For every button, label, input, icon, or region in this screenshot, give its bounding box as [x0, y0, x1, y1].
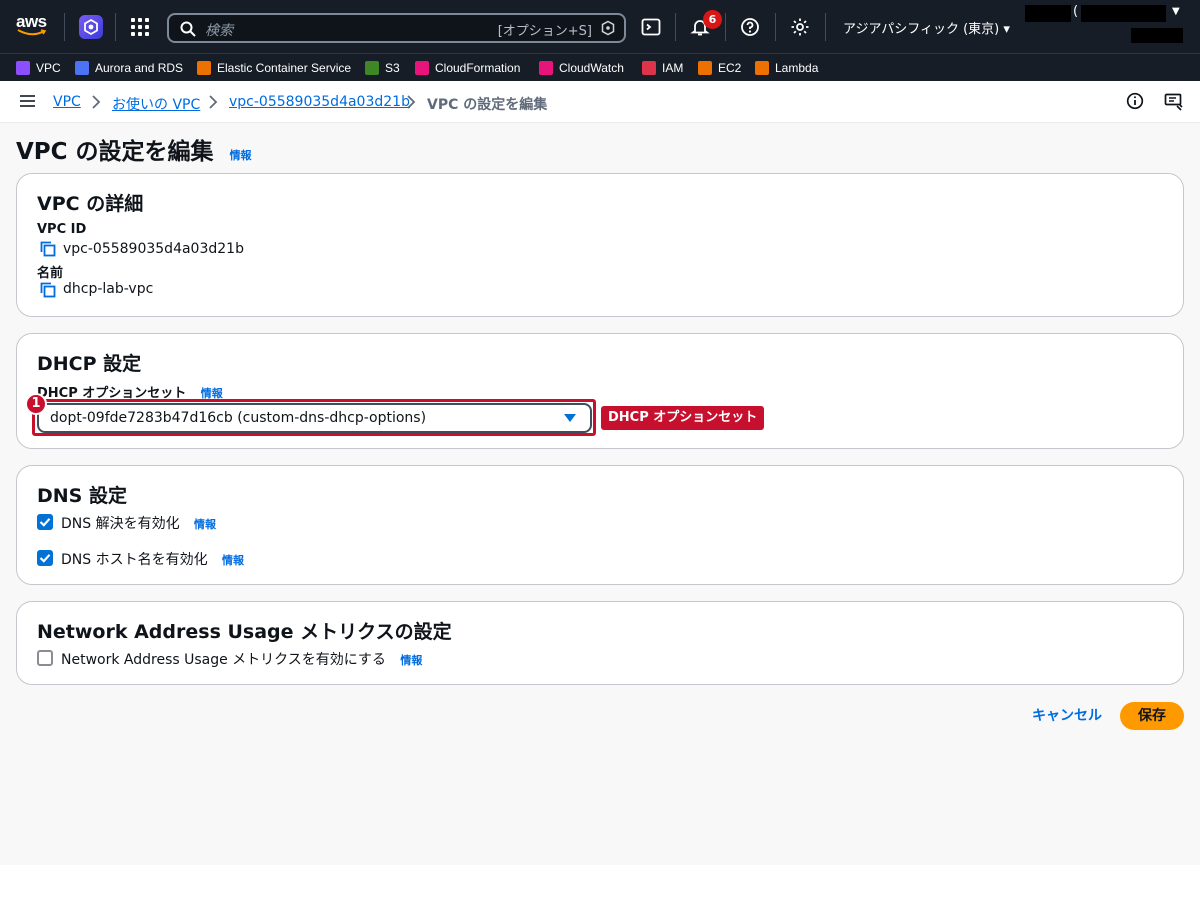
- breadcrumb-vpc[interactable]: VPC: [53, 94, 81, 110]
- favorite-cloudwatch[interactable]: CloudWatch: [539, 59, 624, 77]
- feedback-icon[interactable]: [1164, 93, 1184, 111]
- dns-hostnames-info-link[interactable]: 情報: [222, 554, 244, 567]
- vpc-id-label: VPC ID: [37, 222, 87, 237]
- help-icon[interactable]: [740, 17, 760, 37]
- annotation-callout-label: DHCP オプションセット: [601, 406, 765, 430]
- vpc-id-value: vpc-05589035d4a03d21b: [63, 241, 244, 257]
- dns-hostnames-label: DNS ホスト名を有効化 情報: [61, 552, 245, 568]
- aws-logo[interactable]: aws: [16, 13, 50, 39]
- menu-hamburger-icon[interactable]: [20, 95, 35, 108]
- checkmark-icon: [39, 518, 51, 527]
- region-selector[interactable]: アジアパシフィック (東京) ▾: [843, 18, 1010, 37]
- amazon-q-small-icon: [601, 20, 615, 36]
- services-grid-icon[interactable]: [131, 18, 149, 36]
- checkmark-icon: [39, 554, 51, 563]
- aws-logo-text: aws: [16, 12, 47, 31]
- dns-hostnames-checkbox[interactable]: [37, 550, 53, 566]
- divider: [825, 13, 826, 41]
- rds-service-icon: [75, 61, 89, 75]
- amazon-q-icon[interactable]: [79, 15, 103, 39]
- chevron-right-icon: [92, 95, 101, 109]
- page-info-link[interactable]: 情報: [230, 149, 252, 162]
- nau-heading: Network Address Usage メトリクスの設定: [37, 621, 452, 643]
- nau-info-link[interactable]: 情報: [400, 654, 422, 667]
- dns-resolution-label: DNS 解決を有効化 情報: [61, 516, 217, 532]
- chevron-right-icon: [407, 95, 416, 109]
- cloudwatch-service-icon: [539, 61, 553, 75]
- chevron-right-icon: [209, 95, 218, 109]
- cloudshell-icon[interactable]: [641, 17, 661, 37]
- nau-settings-card: Network Address Usage メトリクスの設定: [16, 601, 1184, 685]
- dns-resolution-info-link[interactable]: 情報: [194, 518, 216, 531]
- search-icon: [180, 21, 196, 37]
- vpc-details-heading: VPC の詳細: [37, 193, 144, 215]
- cancel-button[interactable]: キャンセル: [1024, 703, 1110, 729]
- lambda-service-icon: [755, 61, 769, 75]
- cloudformation-service-icon: [415, 61, 429, 75]
- redacted-account: [1025, 5, 1071, 22]
- redacted-account-id: [1081, 5, 1166, 22]
- dns-resolution-checkbox[interactable]: [37, 514, 53, 530]
- dns-heading: DNS 設定: [37, 485, 127, 507]
- nau-metrics-label: Network Address Usage メトリクスを有効にする 情報: [61, 652, 423, 668]
- top-navigation: aws 検索 [オプション+S] 6 アジアパシフィック (東京) ▾ ( ▼: [0, 0, 1200, 53]
- favorite-lambda[interactable]: Lambda: [755, 59, 818, 77]
- nau-metrics-checkbox[interactable]: [37, 650, 53, 666]
- divider: [725, 13, 726, 41]
- account-paren: (: [1073, 4, 1079, 19]
- search-shortcut: [オプション+S]: [497, 24, 592, 39]
- breadcrumb-your-vpcs[interactable]: お使いの VPC: [112, 94, 200, 114]
- name-value: dhcp-lab-vpc: [63, 281, 154, 297]
- vpc-service-icon: [16, 61, 30, 75]
- s3-service-icon: [365, 61, 379, 75]
- favorite-vpc[interactable]: VPC: [16, 59, 61, 77]
- search-placeholder: 検索: [205, 23, 233, 39]
- favorite-s3[interactable]: S3: [365, 59, 400, 77]
- page-title: VPC の設定を編集 情報: [16, 132, 252, 166]
- dhcp-heading: DHCP 設定: [37, 353, 142, 375]
- favorite-aurora-rds[interactable]: Aurora and RDS: [75, 59, 183, 77]
- divider: [775, 13, 776, 41]
- copy-icon[interactable]: [40, 241, 56, 257]
- breadcrumb-vpc-id[interactable]: vpc-05589035d4a03d21b: [229, 94, 410, 110]
- ecs-service-icon: [197, 61, 211, 75]
- info-circle-icon[interactable]: [1126, 92, 1144, 110]
- annotation-highlight-box: [32, 399, 596, 436]
- favorites-bar: VPC Aurora and RDS Elastic Container Ser…: [0, 53, 1200, 81]
- annotation-number-badge: 1: [25, 393, 47, 415]
- favorite-ecs[interactable]: Elastic Container Service: [197, 59, 351, 77]
- save-button[interactable]: 保存: [1120, 702, 1184, 730]
- iam-service-icon: [642, 61, 656, 75]
- redacted-user: [1131, 28, 1183, 43]
- copy-icon[interactable]: [40, 282, 56, 298]
- breadcrumb-current: VPC の設定を編集: [427, 97, 548, 113]
- favorite-cloudformation[interactable]: CloudFormation: [415, 59, 520, 77]
- divider: [64, 13, 65, 41]
- account-menu-caret-icon[interactable]: ▼: [1172, 6, 1180, 17]
- name-label: 名前: [37, 266, 64, 281]
- page-title-text: VPC の設定を編集: [16, 139, 214, 165]
- favorite-iam[interactable]: IAM: [642, 59, 683, 77]
- favorite-ec2[interactable]: EC2: [698, 59, 741, 77]
- ec2-service-icon: [698, 61, 712, 75]
- notification-count-badge: 6: [703, 10, 722, 29]
- divider: [675, 13, 676, 41]
- breadcrumb-bar: VPC お使いの VPC vpc-05589035d4a03d21b VPC の…: [0, 81, 1200, 123]
- divider: [115, 13, 116, 41]
- search-bar[interactable]: 検索 [オプション+S]: [167, 13, 626, 43]
- settings-gear-icon[interactable]: [790, 17, 810, 37]
